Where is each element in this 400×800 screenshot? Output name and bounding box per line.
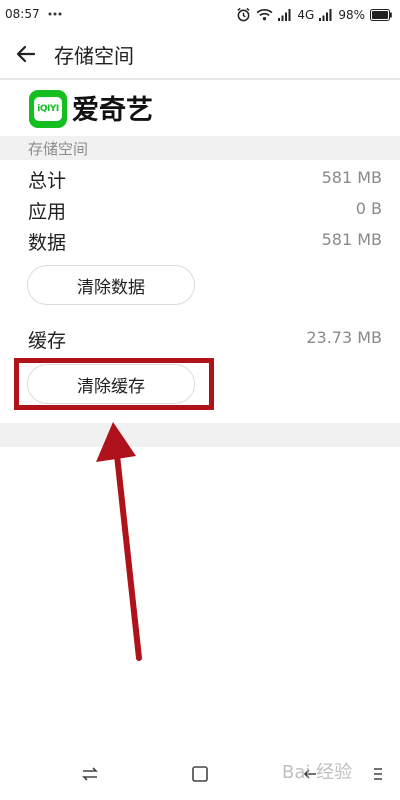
storage-row-total: 总计 581 MB — [28, 166, 382, 196]
row-value: 581 MB — [321, 230, 382, 249]
signal-icon-2 — [319, 8, 333, 21]
signal-icon — [278, 8, 292, 21]
home-square-icon[interactable] — [190, 764, 212, 786]
battery-percent: 98% — [338, 7, 365, 22]
row-value: 0 B — [355, 199, 382, 218]
more-dots-icon — [48, 11, 62, 17]
cache-row: 缓存 23.73 MB — [28, 326, 382, 356]
iqiyi-logo-icon: iQIYI — [29, 90, 67, 128]
logo-text: iQIYI — [37, 104, 59, 114]
row-label: 总计 — [28, 170, 67, 192]
annotation-highlight-box — [14, 358, 214, 410]
row-label: 应用 — [28, 201, 67, 223]
page-title: 存储空间 — [54, 44, 134, 68]
alarm-icon — [236, 7, 251, 22]
section-spacer — [0, 423, 400, 447]
wifi-icon — [256, 8, 273, 21]
network-type: 4G — [297, 7, 315, 22]
battery-icon — [370, 8, 392, 21]
cache-value: 23.73 MB — [306, 328, 382, 347]
status-bar: 08:57 4G 98% — [0, 0, 400, 30]
app-info-row: iQIYI 爱奇艺 — [0, 80, 400, 134]
watermark: Bai 经验 — [282, 762, 353, 783]
storage-row-data: 数据 581 MB — [28, 228, 382, 258]
storage-row-app: 应用 0 B — [28, 197, 382, 227]
app-bar: 存储空间 — [0, 30, 400, 78]
row-value: 581 MB — [321, 168, 382, 187]
clear-data-button[interactable]: 清除数据 — [27, 265, 195, 305]
cache-label: 缓存 — [28, 330, 67, 352]
back-arrow-icon[interactable] — [14, 42, 38, 66]
section-title: 存储空间 — [28, 140, 89, 158]
menu-icon[interactable] — [372, 764, 394, 786]
status-left: 08:57 — [5, 7, 62, 21]
switch-icon[interactable] — [80, 764, 102, 786]
row-label: 数据 — [28, 232, 67, 254]
storage-section-header: 存储空间 — [0, 136, 400, 160]
status-time: 08:57 — [5, 7, 40, 21]
app-name: 爱奇艺 — [72, 95, 153, 126]
status-right: 4G 98% — [236, 7, 392, 22]
